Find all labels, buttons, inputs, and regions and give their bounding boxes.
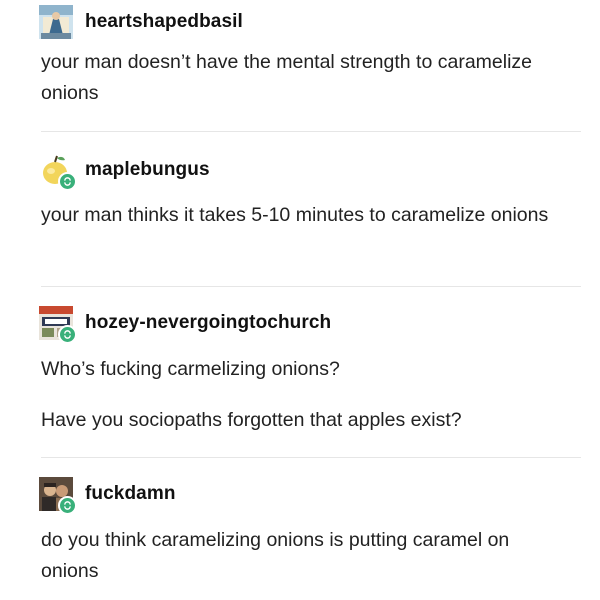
post-2-username[interactable]: maplebungus — [85, 159, 210, 181]
blue-illustration-avatar-icon[interactable] — [39, 5, 73, 39]
post-4-username[interactable]: fuckdamn — [85, 483, 176, 505]
divider-1 — [41, 131, 581, 132]
post-3-header: hozey-nevergoingtochurch — [39, 306, 331, 344]
post-2-header: maplebungus — [39, 153, 210, 191]
post-3-paragraph-1: Who’s fucking carmelizing onions? — [41, 358, 340, 380]
post-3-body-1: Who’s fucking carmelizing onions? — [41, 354, 561, 385]
post-2-body: your man thinks it takes 5-10 minutes to… — [41, 200, 561, 231]
reblog-icon — [58, 496, 77, 515]
reblog-icon — [58, 172, 77, 191]
post-1-username[interactable]: heartshapedbasil — [85, 11, 243, 33]
divider-2 — [41, 286, 581, 287]
post-1-paragraph-1: your man doesn’t have the mental strengt… — [41, 51, 533, 104]
post-3-body-2: Have you sociopaths forgotten that apple… — [41, 405, 561, 436]
post-3-username[interactable]: hozey-nevergoingtochurch — [85, 312, 331, 334]
post-4-paragraph-1: do you think caramelizing onions is putt… — [41, 529, 510, 582]
post-1-header: heartshapedbasil — [39, 5, 243, 39]
album-cover-avatar-icon[interactable] — [39, 306, 77, 344]
post-1-body: your man doesn’t have the mental strengt… — [41, 47, 561, 109]
yellow-fruit-avatar-icon[interactable] — [39, 153, 77, 191]
post-2-paragraph-1: your man thinks it takes 5-10 minutes to… — [41, 204, 549, 226]
divider-3 — [41, 457, 581, 458]
reblog-icon — [58, 325, 77, 344]
post-4-body: do you think caramelizing onions is putt… — [41, 525, 561, 587]
post-4-header: fuckdamn — [39, 477, 176, 515]
photo-avatar-icon[interactable] — [39, 477, 77, 515]
post-3-paragraph-2: Have you sociopaths forgotten that apple… — [41, 409, 462, 431]
